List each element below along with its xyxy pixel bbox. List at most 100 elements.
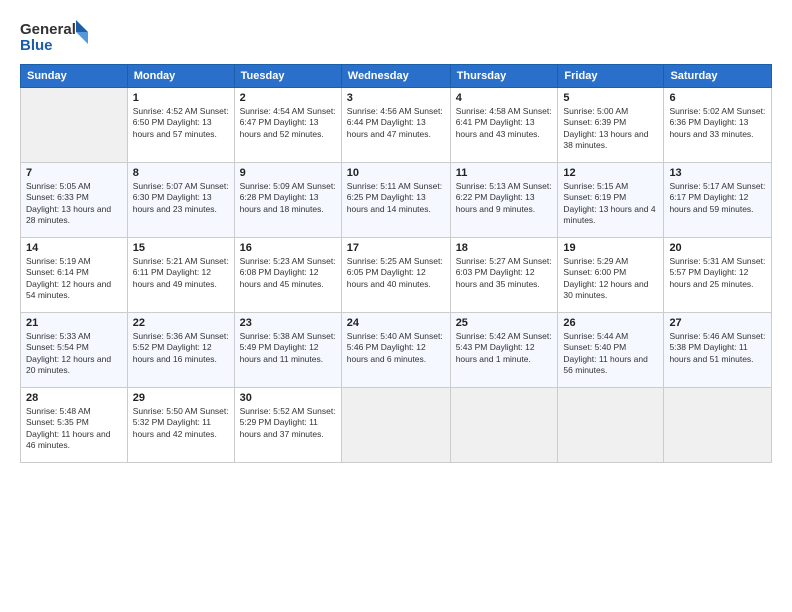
calendar-page: GeneralBlue SundayMondayTuesdayWednesday… bbox=[0, 0, 792, 612]
day-info: Sunrise: 5:00 AM Sunset: 6:39 PM Dayligh… bbox=[563, 106, 658, 152]
day-info: Sunrise: 4:54 AM Sunset: 6:47 PM Dayligh… bbox=[240, 106, 336, 140]
day-info: Sunrise: 5:13 AM Sunset: 6:22 PM Dayligh… bbox=[456, 181, 553, 215]
day-cell: 22 Sunrise: 5:36 AM Sunset: 5:52 PM Dayli… bbox=[127, 313, 234, 388]
logo-svg: GeneralBlue bbox=[20, 18, 90, 56]
day-number: 9 bbox=[240, 167, 336, 179]
day-info: Sunrise: 5:50 AM Sunset: 5:32 PM Dayligh… bbox=[133, 406, 229, 440]
day-info: Sunrise: 5:40 AM Sunset: 5:46 PM Dayligh… bbox=[347, 331, 445, 365]
day-cell: 27Sunrise: 5:46 AM Sunset: 5:38 PM Dayli… bbox=[664, 313, 772, 388]
header-row: SundayMondayTuesdayWednesdayThursdayFrid… bbox=[21, 65, 772, 88]
day-cell: 15 Sunrise: 5:21 AM Sunset: 6:11 PM Dayli… bbox=[127, 238, 234, 313]
day-number: 16 bbox=[240, 242, 336, 254]
day-cell: 20 Sunrise: 5:31 AM Sunset: 5:57 PM Dayli… bbox=[664, 238, 772, 313]
day-number: 23 bbox=[240, 317, 336, 329]
day-info: Sunrise: 5:07 AM Sunset: 6:30 PM Dayligh… bbox=[133, 181, 229, 215]
day-number: 17 bbox=[347, 242, 445, 254]
day-cell: 7Sunrise: 5:05 AM Sunset: 6:33 PM Daylig… bbox=[21, 163, 128, 238]
day-number: 29 bbox=[133, 392, 229, 404]
col-header-wednesday: Wednesday bbox=[341, 65, 450, 88]
day-number: 24 bbox=[347, 317, 445, 329]
day-number: 21 bbox=[26, 317, 122, 329]
day-info: Sunrise: 5:38 AM Sunset: 5:49 PM Dayligh… bbox=[240, 331, 336, 365]
day-cell: 4 Sunrise: 4:58 AM Sunset: 6:41 PM Daylig… bbox=[450, 88, 558, 163]
day-info: Sunrise: 5:05 AM Sunset: 6:33 PM Dayligh… bbox=[26, 181, 122, 227]
day-number: 13 bbox=[669, 167, 766, 179]
day-info: Sunrise: 4:58 AM Sunset: 6:41 PM Dayligh… bbox=[456, 106, 553, 140]
day-info: Sunrise: 5:25 AM Sunset: 6:05 PM Dayligh… bbox=[347, 256, 445, 290]
day-cell bbox=[21, 88, 128, 163]
day-number: 3 bbox=[347, 92, 445, 104]
day-cell: 12 Sunrise: 5:15 AM Sunset: 6:19 PM Dayli… bbox=[558, 163, 664, 238]
day-cell: 13 Sunrise: 5:17 AM Sunset: 6:17 PM Dayli… bbox=[664, 163, 772, 238]
day-number: 8 bbox=[133, 167, 229, 179]
day-info: Sunrise: 5:17 AM Sunset: 6:17 PM Dayligh… bbox=[669, 181, 766, 215]
day-number: 2 bbox=[240, 92, 336, 104]
day-info: Sunrise: 5:52 AM Sunset: 5:29 PM Dayligh… bbox=[240, 406, 336, 440]
day-cell: 6 Sunrise: 5:02 AM Sunset: 6:36 PM Daylig… bbox=[664, 88, 772, 163]
col-header-thursday: Thursday bbox=[450, 65, 558, 88]
day-info: Sunrise: 5:02 AM Sunset: 6:36 PM Dayligh… bbox=[669, 106, 766, 140]
day-cell: 2 Sunrise: 4:54 AM Sunset: 6:47 PM Daylig… bbox=[234, 88, 341, 163]
col-header-tuesday: Tuesday bbox=[234, 65, 341, 88]
day-info: Sunrise: 5:27 AM Sunset: 6:03 PM Dayligh… bbox=[456, 256, 553, 290]
day-number: 12 bbox=[563, 167, 658, 179]
col-header-monday: Monday bbox=[127, 65, 234, 88]
day-info: Sunrise: 5:29 AM Sunset: 6:00 PM Dayligh… bbox=[563, 256, 658, 302]
day-number: 20 bbox=[669, 242, 766, 254]
day-number: 22 bbox=[133, 317, 229, 329]
day-cell: 3 Sunrise: 4:56 AM Sunset: 6:44 PM Daylig… bbox=[341, 88, 450, 163]
day-cell: 5Sunrise: 5:00 AM Sunset: 6:39 PM Daylig… bbox=[558, 88, 664, 163]
day-info: Sunrise: 5:09 AM Sunset: 6:28 PM Dayligh… bbox=[240, 181, 336, 215]
week-row-3: 14 Sunrise: 5:19 AM Sunset: 6:14 PM Dayli… bbox=[21, 238, 772, 313]
day-number: 18 bbox=[456, 242, 553, 254]
day-info: Sunrise: 5:48 AM Sunset: 5:35 PM Dayligh… bbox=[26, 406, 122, 452]
day-info: Sunrise: 5:11 AM Sunset: 6:25 PM Dayligh… bbox=[347, 181, 445, 215]
day-info: Sunrise: 5:46 AM Sunset: 5:38 PM Dayligh… bbox=[669, 331, 766, 365]
day-number: 14 bbox=[26, 242, 122, 254]
day-info: Sunrise: 5:36 AM Sunset: 5:52 PM Dayligh… bbox=[133, 331, 229, 365]
day-info: Sunrise: 5:33 AM Sunset: 5:54 PM Dayligh… bbox=[26, 331, 122, 377]
day-info: Sunrise: 5:31 AM Sunset: 5:57 PM Dayligh… bbox=[669, 256, 766, 290]
day-number: 6 bbox=[669, 92, 766, 104]
day-info: Sunrise: 5:19 AM Sunset: 6:14 PM Dayligh… bbox=[26, 256, 122, 302]
day-cell: 21 Sunrise: 5:33 AM Sunset: 5:54 PM Dayli… bbox=[21, 313, 128, 388]
day-info: Sunrise: 5:21 AM Sunset: 6:11 PM Dayligh… bbox=[133, 256, 229, 290]
day-info: Sunrise: 5:15 AM Sunset: 6:19 PM Dayligh… bbox=[563, 181, 658, 227]
day-cell: 16Sunrise: 5:23 AM Sunset: 6:08 PM Dayli… bbox=[234, 238, 341, 313]
week-row-2: 7Sunrise: 5:05 AM Sunset: 6:33 PM Daylig… bbox=[21, 163, 772, 238]
col-header-sunday: Sunday bbox=[21, 65, 128, 88]
day-number: 26 bbox=[563, 317, 658, 329]
day-cell: 11Sunrise: 5:13 AM Sunset: 6:22 PM Dayli… bbox=[450, 163, 558, 238]
day-cell: 8 Sunrise: 5:07 AM Sunset: 6:30 PM Daylig… bbox=[127, 163, 234, 238]
day-cell bbox=[558, 388, 664, 463]
day-cell: 28 Sunrise: 5:48 AM Sunset: 5:35 PM Dayli… bbox=[21, 388, 128, 463]
day-info: Sunrise: 4:52 AM Sunset: 6:50 PM Dayligh… bbox=[133, 106, 229, 140]
day-cell: 24 Sunrise: 5:40 AM Sunset: 5:46 PM Dayli… bbox=[341, 313, 450, 388]
day-cell bbox=[664, 388, 772, 463]
day-number: 1 bbox=[133, 92, 229, 104]
col-header-saturday: Saturday bbox=[664, 65, 772, 88]
day-cell: 25Sunrise: 5:42 AM Sunset: 5:43 PM Dayli… bbox=[450, 313, 558, 388]
week-row-5: 28 Sunrise: 5:48 AM Sunset: 5:35 PM Dayli… bbox=[21, 388, 772, 463]
col-header-friday: Friday bbox=[558, 65, 664, 88]
day-number: 19 bbox=[563, 242, 658, 254]
day-cell: 19 Sunrise: 5:29 AM Sunset: 6:00 PM Dayli… bbox=[558, 238, 664, 313]
day-number: 4 bbox=[456, 92, 553, 104]
header: GeneralBlue bbox=[20, 18, 772, 56]
day-number: 10 bbox=[347, 167, 445, 179]
day-cell bbox=[450, 388, 558, 463]
day-cell: 23 Sunrise: 5:38 AM Sunset: 5:49 PM Dayli… bbox=[234, 313, 341, 388]
day-cell: 18 Sunrise: 5:27 AM Sunset: 6:03 PM Dayli… bbox=[450, 238, 558, 313]
day-cell: 1 Sunrise: 4:52 AM Sunset: 6:50 PM Daylig… bbox=[127, 88, 234, 163]
day-cell: 10 Sunrise: 5:11 AM Sunset: 6:25 PM Dayli… bbox=[341, 163, 450, 238]
day-number: 15 bbox=[133, 242, 229, 254]
svg-text:Blue: Blue bbox=[20, 37, 53, 54]
day-cell: 14 Sunrise: 5:19 AM Sunset: 6:14 PM Dayli… bbox=[21, 238, 128, 313]
day-cell: 26Sunrise: 5:44 AM Sunset: 5:40 PM Dayli… bbox=[558, 313, 664, 388]
day-info: Sunrise: 4:56 AM Sunset: 6:44 PM Dayligh… bbox=[347, 106, 445, 140]
day-cell: 9 Sunrise: 5:09 AM Sunset: 6:28 PM Daylig… bbox=[234, 163, 341, 238]
day-number: 30 bbox=[240, 392, 336, 404]
day-number: 28 bbox=[26, 392, 122, 404]
svg-text:General: General bbox=[20, 21, 76, 38]
week-row-4: 21 Sunrise: 5:33 AM Sunset: 5:54 PM Dayli… bbox=[21, 313, 772, 388]
